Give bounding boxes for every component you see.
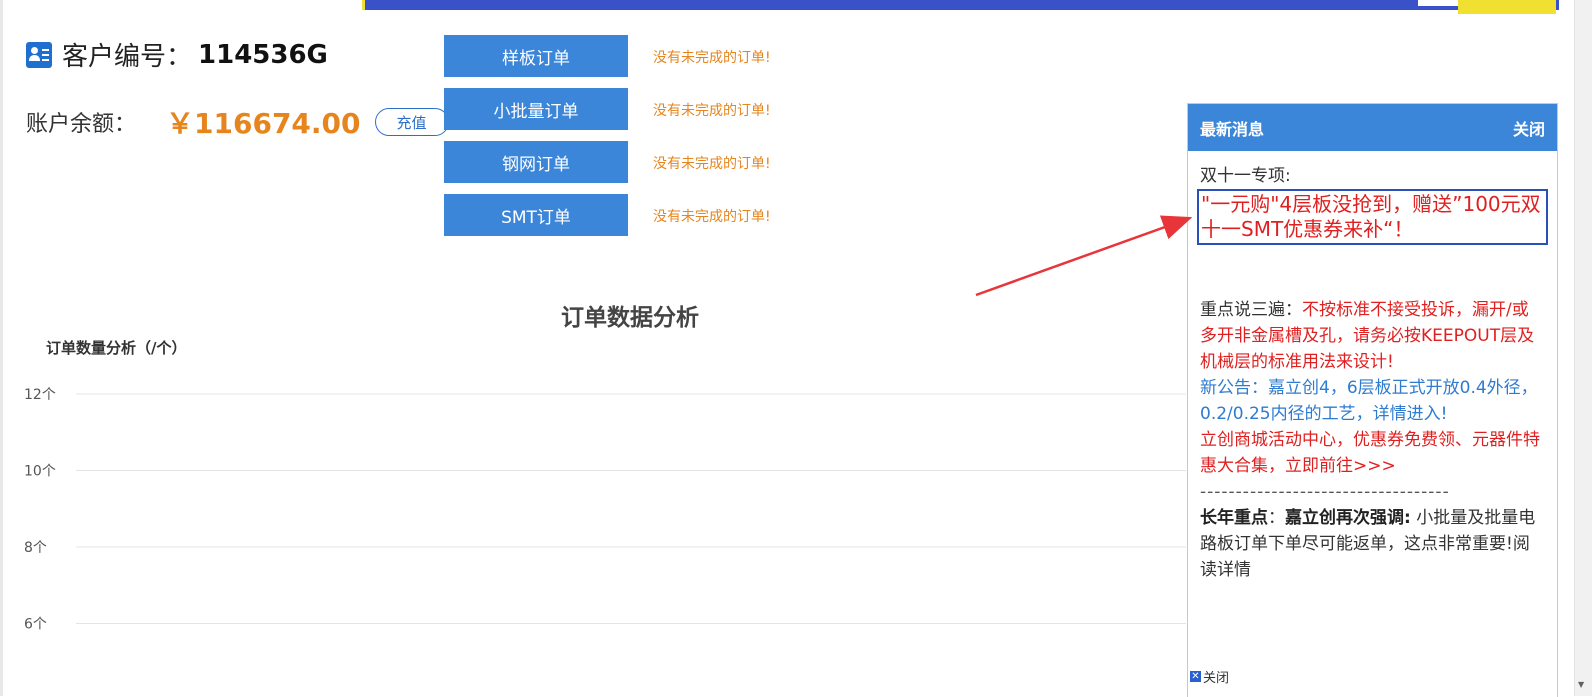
news-header: 最新消息 关闭: [1188, 104, 1557, 151]
news-header-title: 最新消息: [1200, 119, 1265, 139]
news-mall-link[interactable]: 立创商城活动中心，优惠券免费领、元器件特惠大合集，立即前往>>>: [1200, 427, 1545, 479]
news-longterm-label: 长年重点: [1200, 508, 1268, 528]
y-tick-label: 8个: [24, 540, 47, 556]
top-banner-corner: [1458, 0, 1556, 14]
stencil-order-button[interactable]: 钢网订单: [444, 141, 628, 183]
vertical-scrollbar[interactable]: [1574, 0, 1592, 696]
small-batch-order-button[interactable]: 小批量订单: [444, 88, 628, 130]
news-emphasis: 重点说三遍：不按标准不接受投诉，漏开/或多开非金属槽及孔，请务必按KEEPOUT…: [1200, 297, 1545, 375]
small-batch-order-status: 没有未完成的订单!: [653, 103, 771, 119]
account-balance: 账户余额： ￥116674.00 充值: [26, 102, 449, 142]
news-longterm-bold: 嘉立创再次强调:: [1285, 508, 1411, 528]
stencil-order-status: 没有未完成的订单!: [653, 156, 771, 172]
y-tick-label: 12个: [24, 387, 56, 403]
close-icon[interactable]: ✕: [1190, 671, 1201, 682]
balance-label: 账户余额：: [26, 112, 137, 137]
chart-title: 订单数量分析（/个）: [46, 339, 187, 357]
news-longterm: 长年重点：嘉立创再次强调: 小批量及批量电路板订单下单尽可能返单，这点非常重要!…: [1200, 505, 1545, 583]
customer-number-label: 客户编号：: [62, 42, 193, 72]
news-intro: 双十一专项:: [1200, 166, 1291, 186]
top-banner-highlight: [1418, 0, 1458, 6]
news-close-link[interactable]: 关闭: [1513, 116, 1545, 140]
news-emphasis-prefix: 重点说三遍：: [1200, 300, 1302, 320]
contact-card-icon: [26, 41, 52, 68]
balance-value: ￥116674.00: [166, 107, 361, 140]
smt-order-status: 没有未完成的订单!: [653, 209, 771, 225]
customer-number: 114536G: [198, 39, 328, 70]
top-banner: [362, 0, 1559, 10]
news-promo-link[interactable]: "一元购"4层板没抢到，赠送”100元双十一SMT优惠券来补“！: [1197, 189, 1548, 245]
smt-order-button[interactable]: SMT订单: [444, 194, 628, 236]
news-body: 双十一专项: "一元购"4层板没抢到，赠送”100元双十一SMT优惠券来补“！ …: [1188, 151, 1557, 583]
news-footer-close-label[interactable]: 关闭: [1203, 667, 1229, 686]
analysis-title: 订单数据分析: [561, 305, 699, 331]
news-divider: -----------------------------------: [1200, 482, 1450, 502]
prototype-order-button[interactable]: 样板订单: [444, 35, 628, 77]
news-longterm-sep: ：: [1268, 508, 1285, 528]
customer-info: 客户编号： 114536G: [26, 36, 328, 73]
prototype-order-status: 没有未完成的订单!: [653, 50, 771, 66]
news-panel: 最新消息 关闭 双十一专项: "一元购"4层板没抢到，赠送”100元双十一SMT…: [1187, 103, 1558, 697]
y-tick-label: 6个: [24, 617, 47, 633]
recharge-button[interactable]: 充值: [374, 108, 449, 136]
news-announcement-link[interactable]: 新公告：嘉立创4，6层板正式开放0.4外径，0.2/0.25内径的工艺，详情进入…: [1200, 375, 1545, 427]
y-tick-label: 10个: [24, 464, 56, 480]
scroll-down-icon[interactable]: ▼: [1578, 680, 1584, 689]
news-footer-close[interactable]: ✕ 关闭: [1190, 667, 1229, 686]
order-count-chart: 12个 10个 8个 6个: [24, 387, 1186, 633]
